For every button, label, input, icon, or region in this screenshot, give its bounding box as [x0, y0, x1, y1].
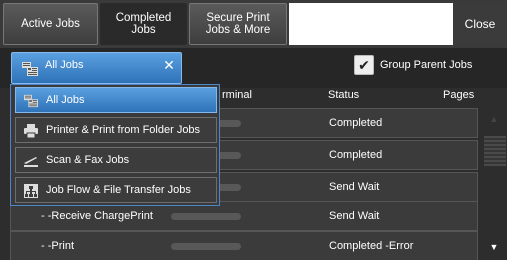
job-filter-selected-label: All Jobs	[45, 59, 84, 71]
scrollbar[interactable]: ▲ ▼	[481, 106, 507, 260]
redacted-terminal	[171, 243, 241, 250]
all-jobs-icon	[22, 62, 38, 76]
scroll-down-icon[interactable]: ▼	[481, 234, 507, 260]
header-pages: Pages	[443, 89, 475, 101]
dropdown-option-label: Job Flow & File Transfer Jobs	[46, 184, 191, 196]
tab-completed-jobs-label: Completed Jobs	[115, 12, 172, 36]
row-job-name: - -Receive ChargePrint	[41, 210, 153, 222]
row-status: Completed	[329, 117, 383, 129]
dropdown-option-scan-fax-jobs[interactable]: Scan & Fax Jobs	[15, 147, 217, 173]
tab-secure-print-jobs[interactable]: Secure Print Jobs & More	[189, 3, 287, 45]
group-parent-jobs-label: Group Parent Jobs	[380, 59, 473, 71]
close-button[interactable]: Close	[453, 3, 507, 45]
tab-active-jobs[interactable]: Active Jobs	[3, 3, 98, 45]
tab-completed-jobs[interactable]: Completed Jobs	[100, 3, 187, 45]
checkmark-icon: ✔	[358, 56, 370, 73]
dropdown-option-job-flow-jobs[interactable]: Job Flow & File Transfer Jobs	[15, 177, 217, 203]
all-jobs-icon	[24, 94, 38, 108]
dropdown-option-all-jobs[interactable]: All Jobs	[15, 87, 217, 113]
tab-bar: Active Jobs Completed Jobs Secure Print …	[0, 0, 507, 48]
job-flow-icon	[24, 184, 38, 198]
x-icon[interactable]: ✕	[161, 57, 177, 73]
header-terminal: rminal	[222, 89, 252, 101]
row-status: Completed -Error	[329, 240, 414, 252]
row-job-name: - -Print	[41, 240, 74, 252]
printer-icon	[24, 124, 38, 138]
row-status: Send Wait	[329, 210, 380, 222]
dropdown-option-printer-jobs[interactable]: Printer & Print from Folder Jobs	[15, 117, 217, 143]
filter-bar: All Jobs ✕ ✔ Group Parent Jobs	[0, 48, 507, 88]
dropdown-option-label: Printer & Print from Folder Jobs	[46, 124, 201, 136]
dropdown-option-label: Scan & Fax Jobs	[46, 154, 130, 166]
tab-bar-blank-area	[289, 3, 453, 45]
close-button-label: Close	[464, 17, 496, 31]
job-filter-select[interactable]: All Jobs	[11, 52, 182, 84]
scroll-thumb[interactable]	[484, 136, 506, 166]
tab-secure-print-jobs-label: Secure Print Jobs & More	[205, 12, 271, 36]
redacted-terminal	[171, 213, 241, 220]
table-row[interactable]: - -Print Completed -Error	[10, 231, 478, 260]
scanner-icon	[24, 157, 38, 167]
row-status: Completed	[329, 149, 383, 161]
group-parent-jobs-checkbox[interactable]: ✔	[354, 55, 374, 75]
tab-active-jobs-label: Active Jobs	[21, 18, 80, 30]
job-filter-dropdown: All Jobs Printer & Print from Folder Job…	[10, 84, 220, 206]
scroll-up-icon[interactable]: ▲	[481, 106, 507, 132]
dropdown-option-label: All Jobs	[46, 94, 85, 106]
header-status: Status	[328, 89, 360, 101]
row-status: Send Wait	[329, 181, 380, 193]
